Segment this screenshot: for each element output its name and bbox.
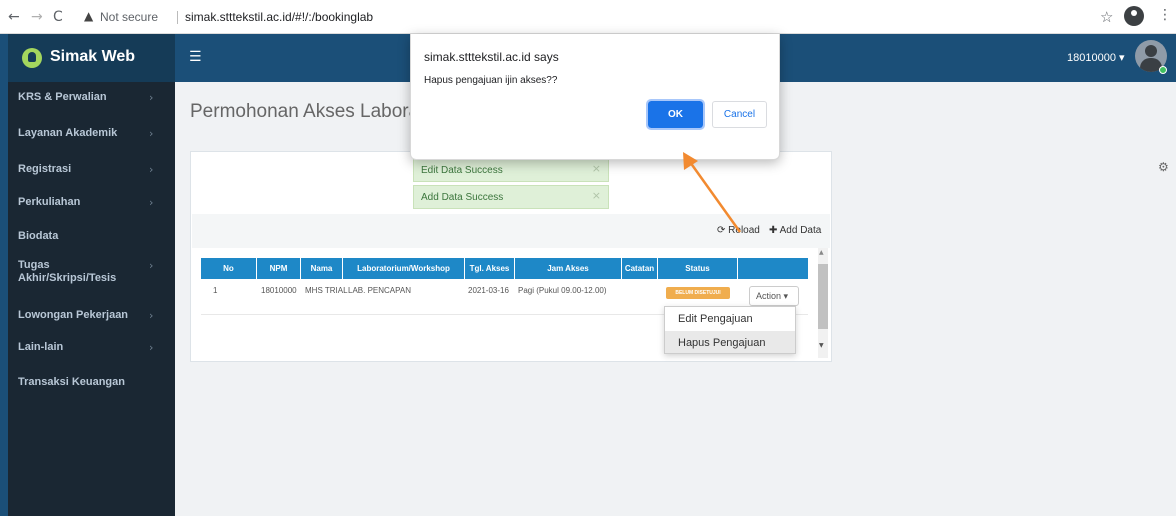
alert-message: Add Data Success <box>421 192 504 203</box>
column-header: Laboratorium/Workshop <box>343 258 465 279</box>
column-header: Nama <box>301 258 343 279</box>
chevron-right-icon: › <box>149 91 154 104</box>
warning-triangle-icon: ▲ <box>84 9 94 23</box>
page-title: Permohonan Akses Laborat <box>190 101 425 122</box>
dialog-title: simak.stttekstil.ac.id says <box>424 50 559 64</box>
browser-menu-icon[interactable]: ⋮ <box>1158 7 1172 23</box>
sidebar-item-label: Registrasi <box>18 163 72 175</box>
sidebar-item-label: Lain-lain <box>18 341 64 353</box>
dialog-message: Hapus pengajuan ijin akses?? <box>424 75 558 86</box>
refresh-icon: ⟳ <box>717 225 726 236</box>
address-separator <box>177 11 178 24</box>
column-header: Status <box>658 258 738 279</box>
scroll-down-icon[interactable]: ▼ <box>819 342 824 349</box>
menu-item-hapus-pengajuan[interactable]: Hapus Pengajuan <box>665 331 795 353</box>
column-header: Catatan <box>622 258 658 279</box>
column-header <box>738 258 808 279</box>
sidebar-item-lowongan[interactable]: Lowongan Pekerjaan › <box>8 300 175 336</box>
menu-toggle-icon[interactable]: ☰ <box>189 49 202 65</box>
table-header: No NPM Nama Laboratorium/Workshop Tgl. A… <box>201 258 808 279</box>
scroll-up-icon[interactable]: ▲ <box>819 249 824 256</box>
success-alert: Add Data Success × <box>413 185 609 209</box>
cell-tgl: 2021-03-16 <box>468 286 509 295</box>
close-icon[interactable]: × <box>592 189 601 202</box>
sidebar-item-label: Biodata <box>18 230 59 242</box>
column-header: No <box>201 258 257 279</box>
online-status-dot <box>1159 66 1167 74</box>
address-bar[interactable]: ▲ Not secure simak.stttekstil.ac.id/#!/:… <box>78 5 1088 29</box>
cell-no: 1 <box>213 286 218 295</box>
add-data-label: Add Data <box>779 225 822 236</box>
success-alert: Edit Data Success × <box>413 158 609 182</box>
sidebar: KRS & Perwalian › Layanan Akademik › Reg… <box>8 82 175 516</box>
sidebar-item-label: KRS & Perwalian <box>18 91 107 103</box>
cancel-button[interactable]: Cancel <box>712 101 767 128</box>
ok-button[interactable]: OK <box>646 99 705 130</box>
sidebar-item-layanan-akademik[interactable]: Layanan Akademik › <box>8 118 175 154</box>
profile-icon[interactable] <box>1124 6 1144 26</box>
sidebar-item-label: Layanan Akademik <box>18 127 118 139</box>
add-data-button[interactable]: ✚ Add Data <box>769 225 821 236</box>
app-logo-icon <box>22 48 42 68</box>
action-dropdown-button[interactable]: Action ▾ <box>749 286 799 306</box>
reload-button[interactable]: ⟳ Reload <box>717 225 760 236</box>
sidebar-item-transaksi-keuangan[interactable]: Transaksi Keuangan <box>8 369 175 405</box>
sidebar-item-label: Tugas Akhir/Skripsi/Tesis <box>18 259 117 284</box>
sidebar-item-label: Transaksi Keuangan <box>18 376 125 388</box>
user-menu[interactable]: 18010000 ▾ <box>1067 51 1125 64</box>
plus-icon: ✚ <box>769 225 778 236</box>
reload-label: Reload <box>728 225 760 236</box>
page-left-edge <box>0 34 8 516</box>
sidebar-item-krs[interactable]: KRS & Perwalian › <box>8 82 175 118</box>
chevron-right-icon: › <box>149 309 154 322</box>
status-badge: BELUM DISETUJUI <box>666 287 730 299</box>
browser-toolbar: ← → C ▲ Not secure simak.stttekstil.ac.i… <box>0 0 1176 34</box>
cell-nama: MHS TRIAL <box>305 286 348 295</box>
url-text[interactable]: simak.stttekstil.ac.id/#!/:/bookinglab <box>185 10 373 24</box>
cell-npm: 18010000 <box>261 286 297 295</box>
chevron-right-icon: › <box>149 163 154 176</box>
sidebar-item-perkuliahan[interactable]: Perkuliahan › <box>8 189 175 225</box>
bookmark-star-icon[interactable]: ☆ <box>1100 8 1113 26</box>
cell-jam: Pagi (Pukul 09.00-12.00) <box>518 286 607 295</box>
column-header: Tgl. Akses <box>465 258 515 279</box>
brand-title: Simak Web <box>50 48 136 65</box>
chevron-right-icon: › <box>149 196 154 209</box>
sidebar-item-tugas-akhir[interactable]: Tugas Akhir/Skripsi/Tesis › <box>8 253 175 295</box>
sidebar-item-label: Perkuliahan <box>18 196 81 208</box>
sidebar-item-registrasi[interactable]: Registrasi › <box>8 154 175 190</box>
gear-icon[interactable]: ⚙ <box>1158 160 1169 174</box>
browser-reload-icon[interactable]: C <box>53 9 63 25</box>
security-label[interactable]: Not secure <box>100 10 158 24</box>
column-header: Jam Akses <box>515 258 622 279</box>
close-icon[interactable]: × <box>592 162 601 175</box>
action-menu: Edit Pengajuan Hapus Pengajuan <box>664 306 796 354</box>
column-header: NPM <box>257 258 301 279</box>
alert-message: Edit Data Success <box>421 165 503 176</box>
chevron-right-icon: › <box>149 341 154 354</box>
brand-header[interactable]: Simak Web <box>8 34 175 82</box>
back-arrow-icon[interactable]: ← <box>8 9 20 25</box>
forward-arrow-icon[interactable]: → <box>31 9 43 25</box>
menu-item-edit-pengajuan[interactable]: Edit Pengajuan <box>665 307 795 331</box>
sidebar-item-label: Lowongan Pekerjaan <box>18 309 129 321</box>
scrollbar-thumb[interactable] <box>818 264 828 329</box>
chevron-right-icon: › <box>149 259 154 272</box>
confirm-dialog: simak.stttekstil.ac.id says Hapus pengaj… <box>410 34 780 160</box>
chevron-right-icon: › <box>149 127 154 140</box>
cell-lab: LAB. PENCAPAN <box>348 286 411 295</box>
sidebar-item-lain-lain[interactable]: Lain-lain › <box>8 336 175 372</box>
